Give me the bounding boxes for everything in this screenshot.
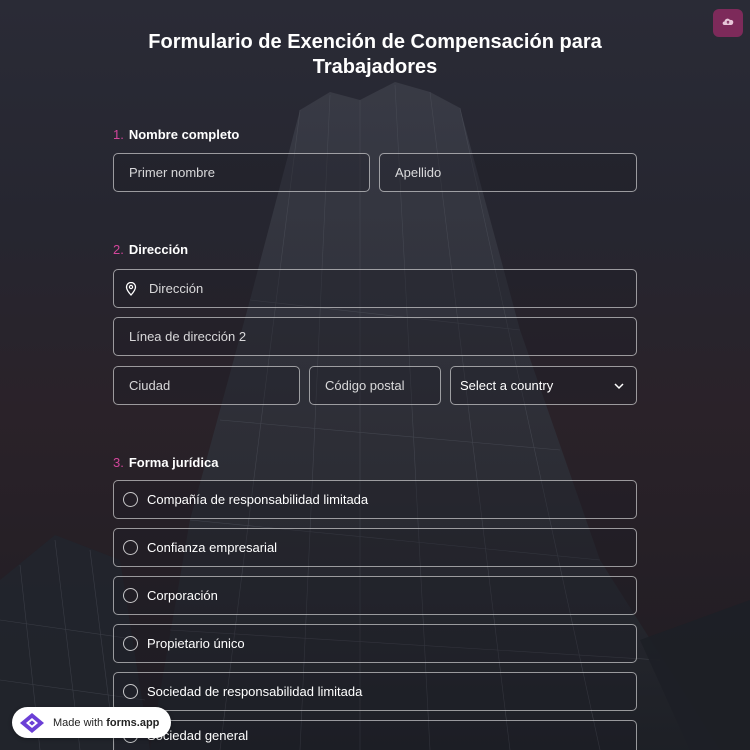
question-number: 2. [113, 242, 124, 257]
cloud-upload-icon [721, 14, 735, 32]
address-line2-input[interactable]: Línea de dirección 2 [113, 317, 637, 356]
radio-button[interactable] [123, 684, 138, 699]
zip-input[interactable]: Código postal [309, 366, 441, 405]
radio-option-label: Propietario único [147, 636, 245, 651]
badge-prefix: Made with [53, 716, 107, 729]
last-name-placeholder: Apellido [395, 165, 442, 180]
radio-option-label: Compañía de responsabilidad limitada [147, 492, 369, 507]
forms-app-logo-icon [20, 712, 46, 734]
radio-button[interactable] [123, 588, 138, 603]
radio-option[interactable]: Corporación [113, 576, 637, 615]
first-name-placeholder: Primer nombre [129, 165, 215, 180]
city-placeholder: Ciudad [129, 378, 171, 393]
radio-option-label: Confianza empresarial [147, 540, 278, 555]
radio-option[interactable]: Sociedad general [113, 720, 637, 750]
first-name-input[interactable]: Primer nombre [113, 153, 370, 192]
badge-brand: forms.app [106, 716, 160, 729]
radio-option-label: Sociedad de responsabilidad limitada [147, 684, 363, 699]
question-name-label: 1. Nombre completo [113, 127, 239, 142]
address-line1-input[interactable]: Dirección [113, 269, 637, 308]
city-input[interactable]: Ciudad [113, 366, 300, 405]
radio-option-label: Corporación [147, 588, 218, 603]
question-text: Nombre completo [128, 127, 240, 142]
country-select-value: Select a country [460, 378, 554, 393]
zip-placeholder: Código postal [325, 378, 405, 393]
radio-option[interactable]: Compañía de responsabilidad limitada [113, 480, 637, 519]
address-line1-placeholder: Dirección [149, 281, 204, 296]
chevron-down-icon [614, 378, 624, 393]
radio-option[interactable]: Sociedad de responsabilidad limitada [113, 672, 637, 711]
last-name-input[interactable]: Apellido [379, 153, 637, 192]
radio-option[interactable]: Confianza empresarial [113, 528, 637, 567]
radio-button[interactable] [123, 492, 138, 507]
radio-option[interactable]: Propietario único [113, 624, 637, 663]
question-legal-form-label: 3. Forma jurídica [113, 455, 218, 470]
question-number: 1. [113, 127, 124, 142]
question-number: 3. [113, 455, 124, 470]
radio-button[interactable] [123, 636, 138, 651]
question-text: Forma jurídica [128, 455, 219, 470]
country-select[interactable]: Select a country [450, 366, 637, 405]
page-title: Formulario de Exención de Compensación p… [148, 31, 602, 78]
question-text: Dirección [128, 242, 189, 257]
address-line2-placeholder: Línea de dirección 2 [129, 329, 247, 344]
upload-button[interactable] [713, 9, 743, 37]
made-with-badge[interactable]: Made with forms.app [12, 707, 171, 738]
question-address-label: 2. Dirección [113, 242, 188, 257]
location-pin-icon [125, 281, 137, 296]
radio-button[interactable] [123, 540, 138, 555]
